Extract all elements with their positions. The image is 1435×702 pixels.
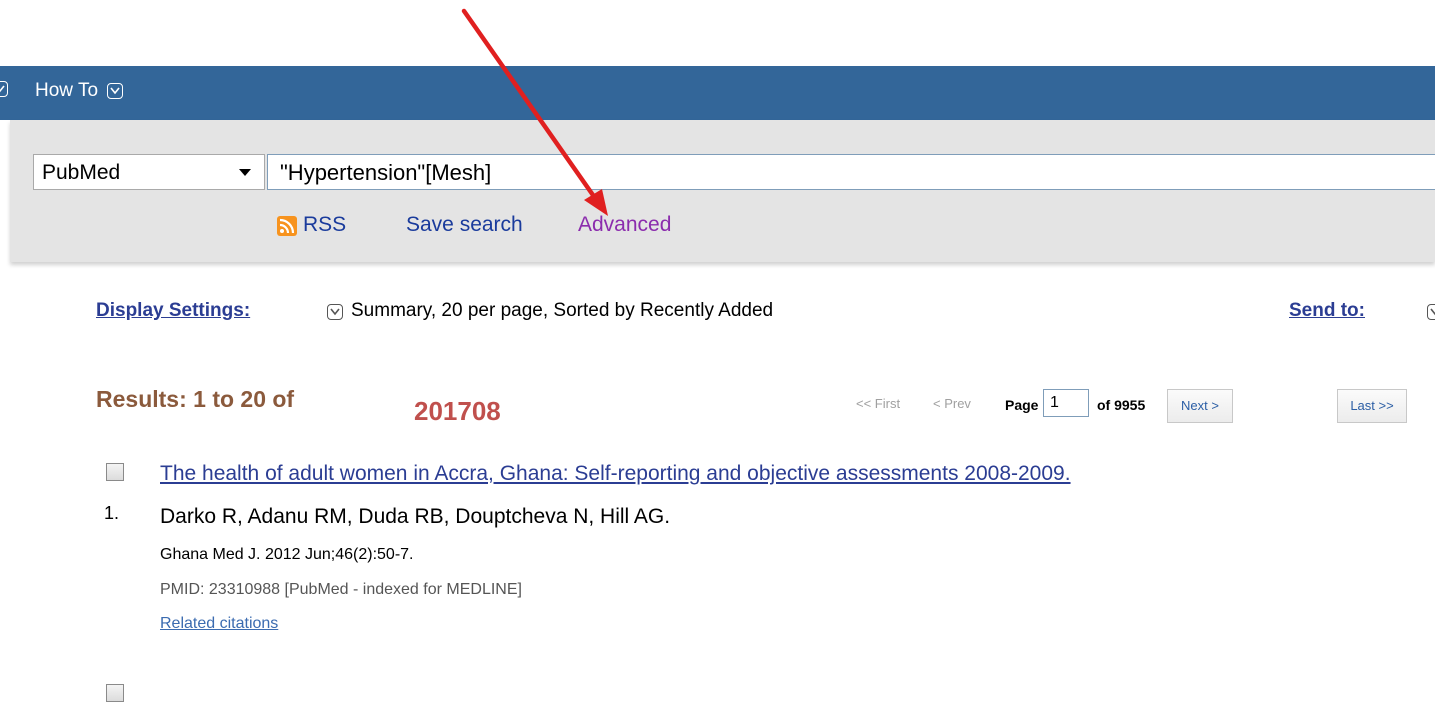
chevron-down-icon[interactable]: [0, 80, 16, 102]
pager-prev[interactable]: < Prev: [933, 396, 971, 411]
next-page-button[interactable]: Next >: [1167, 389, 1233, 423]
result-pmid: PMID: 23310988 [PubMed - indexed for MED…: [160, 581, 522, 598]
top-nav-bar: How To: [0, 66, 1435, 120]
chevron-down-icon[interactable]: [1427, 303, 1435, 320]
rss-icon[interactable]: [277, 216, 297, 236]
pager-page-label: Page: [1005, 397, 1039, 413]
chevron-down-icon: [107, 82, 124, 99]
result-number: 1.: [104, 503, 120, 523]
result-authors: Darko R, Adanu RM, Duda RB, Douptcheva N…: [160, 505, 671, 528]
display-settings-value: Summary, 20 per page, Sorted by Recently…: [351, 300, 774, 321]
related-citations-link[interactable]: Related citations: [160, 615, 278, 633]
result-journal: Ghana Med J. 2012 Jun;46(2):50-7.: [160, 546, 414, 563]
page-number-input[interactable]: 1: [1043, 389, 1089, 417]
search-query-text: "Hypertension"[Mesh]: [280, 160, 492, 185]
results-title: Results: 1 to 20 of: [96, 386, 295, 412]
save-search-link[interactable]: Save search: [406, 213, 523, 237]
result-checkbox[interactable]: [106, 684, 124, 702]
display-settings-link[interactable]: Display Settings:: [96, 300, 250, 322]
database-select-value: PubMed: [42, 161, 121, 184]
pager-total: of 9955: [1097, 397, 1146, 413]
advanced-search-link[interactable]: Advanced: [578, 213, 671, 237]
search-bar: [10, 120, 1435, 262]
chevron-down-icon[interactable]: [327, 303, 343, 320]
dropdown-arrow-icon: [239, 169, 251, 176]
search-input[interactable]: "Hypertension"[Mesh]: [267, 154, 1435, 190]
results-count-annotation: 201708: [414, 396, 501, 426]
howto-label: How To: [35, 80, 99, 101]
database-select[interactable]: PubMed: [33, 154, 265, 190]
result-checkbox[interactable]: [106, 463, 124, 481]
rss-link[interactable]: RSS: [303, 213, 346, 237]
howto-menu[interactable]: How To: [35, 80, 124, 102]
last-page-button[interactable]: Last >>: [1337, 389, 1407, 423]
result-title-link[interactable]: The health of adult women in Accra, Ghan…: [160, 462, 1071, 486]
pager-first[interactable]: << First: [856, 396, 900, 411]
send-to-link[interactable]: Send to:: [1289, 300, 1365, 322]
